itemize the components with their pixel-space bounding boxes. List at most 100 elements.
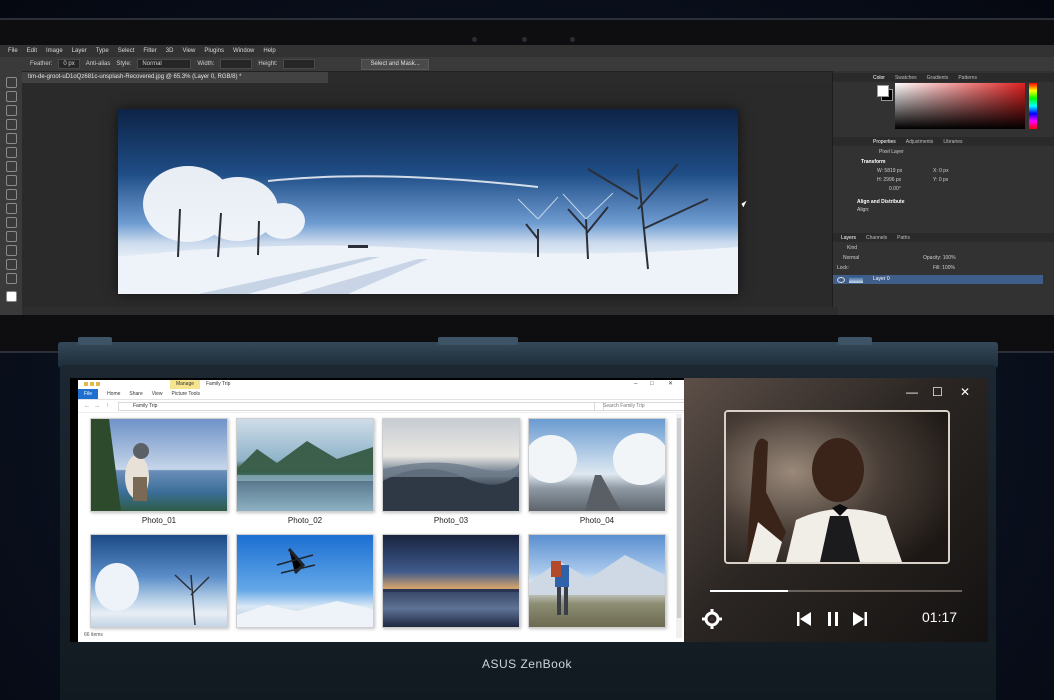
tab-file[interactable]: File: [78, 389, 99, 399]
photo-item[interactable]: [528, 534, 666, 628]
menu-type[interactable]: Type: [96, 48, 109, 54]
photo-item[interactable]: [382, 534, 520, 628]
height-value[interactable]: H: 2996 px: [877, 177, 901, 183]
width-input[interactable]: [220, 59, 253, 69]
photo-item[interactable]: Photo_04: [528, 418, 666, 525]
search-input[interactable]: Search Family Trip: [594, 402, 686, 411]
foreground-swatch[interactable]: [877, 85, 889, 97]
manage-tab[interactable]: Manage: [170, 380, 200, 389]
back-arrow-icon[interactable]: ←: [84, 403, 90, 409]
angle-value[interactable]: 0.00°: [889, 186, 901, 192]
tab-channels[interactable]: Channels: [866, 235, 887, 241]
menu-filter[interactable]: Filter: [143, 48, 156, 54]
quick-select-tool-icon[interactable]: [6, 119, 17, 130]
history-brush-tool-icon[interactable]: [6, 203, 17, 214]
maximize-icon[interactable]: ☐: [932, 386, 943, 398]
tab-paths[interactable]: Paths: [897, 235, 910, 241]
tab-picture-tools[interactable]: Picture Tools: [172, 391, 201, 397]
pause-icon[interactable]: [826, 611, 840, 627]
progress-bar[interactable]: [710, 590, 962, 592]
menu-window[interactable]: Window: [233, 48, 254, 54]
settings-gear-icon[interactable]: [702, 609, 722, 629]
gradient-tool-icon[interactable]: [6, 231, 17, 242]
close-icon[interactable]: ✕: [960, 386, 970, 398]
transform-heading[interactable]: Transform: [861, 159, 885, 165]
forward-arrow-icon[interactable]: →: [94, 403, 100, 409]
vertical-scrollbar[interactable]: [676, 414, 682, 638]
width-value[interactable]: W: 5819 px: [877, 168, 902, 174]
video-frame[interactable]: [724, 410, 950, 564]
opacity-input[interactable]: Opacity: 100%: [923, 255, 956, 261]
align-distribute-heading[interactable]: Align and Distribute: [857, 199, 905, 205]
layer-row[interactable]: Layer 0: [833, 275, 1043, 284]
photo-item[interactable]: Photo_03: [382, 418, 520, 525]
menu-3d[interactable]: 3D: [166, 48, 174, 54]
menu-file[interactable]: File: [8, 48, 18, 54]
photo-item[interactable]: Photo_02: [236, 418, 374, 525]
photo-item[interactable]: [90, 534, 228, 628]
lasso-tool-icon[interactable]: [6, 105, 17, 116]
maximize-icon[interactable]: □: [650, 380, 654, 389]
marquee-tool-icon[interactable]: [6, 91, 17, 102]
healing-tool-icon[interactable]: [6, 161, 17, 172]
canvas-area[interactable]: [22, 83, 832, 315]
eyedropper-tool-icon[interactable]: [6, 147, 17, 158]
tab-home[interactable]: Home: [107, 391, 120, 397]
menu-help[interactable]: Help: [263, 48, 275, 54]
tab-share[interactable]: Share: [129, 391, 142, 397]
stamp-tool-icon[interactable]: [6, 189, 17, 200]
options-bar: Feather: 0 px Anti-alias Style: Normal W…: [0, 57, 1054, 72]
tab-patterns[interactable]: Patterns: [958, 75, 977, 81]
height-input[interactable]: [283, 59, 316, 69]
document-tab[interactable]: tim-de-groot-uD1oQz681c-unsplash-Recover…: [22, 72, 328, 83]
tab-color[interactable]: Color: [873, 75, 885, 81]
x-value[interactable]: X: 0 px: [933, 168, 949, 174]
feather-input[interactable]: 0 px: [58, 59, 80, 69]
skip-previous-icon[interactable]: [796, 611, 812, 627]
y-value[interactable]: Y: 0 px: [933, 177, 948, 183]
close-icon[interactable]: ✕: [668, 380, 673, 389]
select-and-mask-button[interactable]: Select and Mask...: [361, 58, 429, 70]
photo-item[interactable]: Photo_01: [90, 418, 228, 525]
menu-edit[interactable]: Edit: [27, 48, 37, 54]
address-bar[interactable]: Family Trip: [118, 402, 604, 411]
hiker-lake-scene: [91, 419, 149, 511]
minimize-icon[interactable]: –: [634, 380, 637, 389]
photo-thumbnail: [90, 534, 228, 628]
tab-swatches[interactable]: Swatches: [895, 75, 917, 81]
blend-mode-select[interactable]: Normal: [843, 255, 859, 261]
up-arrow-icon[interactable]: ↑: [106, 403, 109, 409]
hue-slider[interactable]: [1029, 83, 1037, 129]
minimize-icon[interactable]: —: [906, 386, 918, 398]
skip-next-icon[interactable]: [852, 611, 868, 627]
brush-tool-icon[interactable]: [6, 175, 17, 186]
eraser-tool-icon[interactable]: [6, 217, 17, 228]
tab-layers[interactable]: Layers: [841, 235, 856, 241]
crop-tool-icon[interactable]: [6, 133, 17, 144]
tab-libraries[interactable]: Libraries: [943, 139, 962, 145]
menu-image[interactable]: Image: [46, 48, 63, 54]
menu-layer[interactable]: Layer: [72, 48, 87, 54]
menu-view[interactable]: View: [182, 48, 195, 54]
style-select[interactable]: Normal: [137, 59, 192, 69]
hand-tool-icon[interactable]: [6, 273, 17, 284]
menu-select[interactable]: Select: [118, 48, 135, 54]
visibility-eye-icon[interactable]: [837, 277, 845, 283]
type-tool-icon[interactable]: [6, 259, 17, 270]
antialias-label[interactable]: Anti-alias: [86, 61, 111, 67]
fill-input[interactable]: Fill: 100%: [933, 265, 955, 271]
layer-kind-filter[interactable]: Kind: [847, 245, 857, 251]
tab-gradients[interactable]: Gradients: [927, 75, 949, 81]
foreground-color-icon[interactable]: [6, 291, 17, 302]
photo-item[interactable]: [236, 534, 374, 628]
move-tool-icon[interactable]: [6, 77, 17, 88]
tab-adjustments[interactable]: Adjustments: [906, 139, 934, 145]
winter-landscape-image[interactable]: [118, 109, 738, 294]
pen-tool-icon[interactable]: [6, 245, 17, 256]
tab-properties[interactable]: Properties: [873, 139, 896, 145]
menu-plugins[interactable]: Plugins: [204, 48, 224, 54]
quick-access-toolbar[interactable]: [84, 382, 106, 387]
tab-view[interactable]: View: [152, 391, 163, 397]
layer-name[interactable]: Layer 0: [873, 276, 890, 282]
color-picker-field[interactable]: [895, 83, 1025, 129]
